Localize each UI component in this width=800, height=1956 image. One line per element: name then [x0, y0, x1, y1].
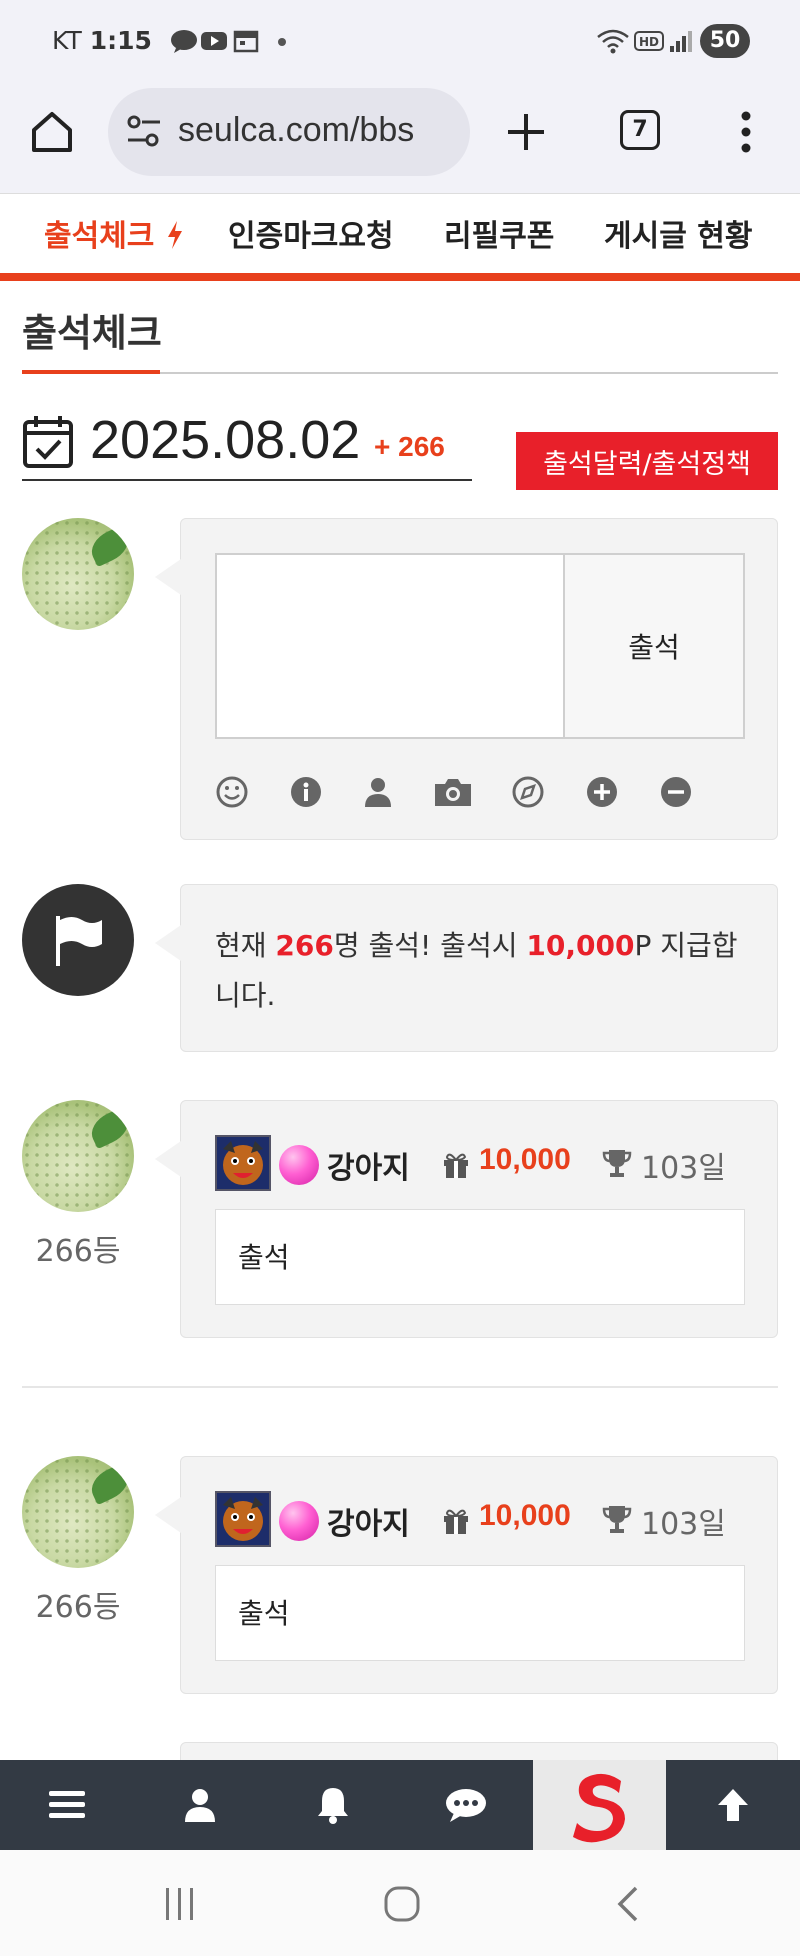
battery-indicator: 50	[700, 24, 750, 58]
user-icon	[184, 1789, 215, 1822]
entry-user-row: 강아지 10,000 103일	[215, 1135, 755, 1191]
notice-mid: 명 출석! 출석시	[333, 929, 527, 962]
link-icon[interactable]	[511, 775, 545, 809]
zoom-out-icon[interactable]	[659, 775, 693, 809]
recent-apps-icon[interactable]	[160, 1884, 200, 1924]
gift-icon	[444, 1509, 468, 1534]
avatar	[22, 1100, 134, 1212]
user-icon[interactable]	[361, 775, 395, 809]
svg-text:HD: HD	[639, 35, 659, 49]
avatar	[22, 1456, 134, 1568]
rank-label: 266등	[35, 1590, 121, 1625]
title-accent-underline	[22, 370, 160, 374]
tab-attendance-label: 출석체크	[44, 219, 155, 254]
new-tab-plus-icon[interactable]	[504, 110, 548, 154]
emoji-icon[interactable]	[215, 775, 249, 809]
url-text[interactable]: seulca.com/bbs	[178, 111, 414, 150]
back-nav-icon[interactable]	[608, 1884, 648, 1924]
menu-button[interactable]	[0, 1760, 133, 1850]
profile-button[interactable]	[133, 1760, 266, 1850]
points-value: 10,000	[479, 1143, 571, 1176]
flag-avatar	[22, 884, 134, 996]
carrier-label: KT	[52, 26, 82, 55]
home-icon[interactable]	[28, 108, 76, 156]
attendance-date: 2025.08.02	[90, 410, 361, 470]
gift-icon	[444, 1153, 468, 1178]
hamburger-icon	[48, 1791, 85, 1818]
browser-toolbar: seulca.com/bbs 7	[0, 82, 800, 194]
comment-textarea[interactable]	[215, 553, 565, 739]
attendance-entry-card: 강아지 10,000 103일 출석	[155, 1456, 778, 1694]
category-tabs: 출석체크 인증마크요청 리필쿠폰 게시글 현황	[0, 195, 800, 281]
wifi-icon	[597, 29, 629, 54]
signal-icon	[670, 31, 692, 52]
bell-icon	[317, 1788, 348, 1824]
site-logo-button[interactable]	[533, 1760, 666, 1850]
address-bar[interactable]: seulca.com/bbs	[108, 88, 470, 176]
rank-label: 266등	[35, 1234, 121, 1269]
attendance-count: + 266	[374, 431, 445, 462]
site-settings-icon[interactable]	[124, 112, 164, 152]
entry-comment: 출석	[215, 1209, 745, 1305]
entry-divider	[22, 1386, 778, 1388]
camera-icon[interactable]	[433, 775, 473, 809]
lightning-icon	[167, 221, 182, 249]
notice-count: 266	[275, 929, 334, 962]
attendance-notice: 현재 266명 출석! 출석시 10,000P 지급합니다.	[215, 921, 755, 1021]
tab-switcher-button[interactable]: 7	[620, 110, 660, 150]
level-gem-icon	[279, 1145, 319, 1185]
hd-voice-icon: HD	[634, 31, 664, 51]
youtube-notification-icon	[201, 32, 227, 50]
calendar-notification-icon	[233, 30, 259, 53]
calendar-check-icon	[23, 416, 73, 468]
status-time: 1:15	[89, 26, 152, 55]
pet-avatar-icon	[215, 1135, 271, 1191]
entry-user-row: 강아지 10,000 103일	[215, 1491, 755, 1547]
attendance-entry-card: 강아지 10,000 103일 출석	[155, 1100, 778, 1338]
attendance-days: 103일	[641, 1151, 726, 1186]
notice-prefix: 현재	[215, 929, 276, 962]
page-title: 출석체크	[22, 311, 162, 355]
attendance-notice-card: 현재 266명 출석! 출석시 10,000P 지급합니다.	[155, 884, 778, 1052]
tab-refill-coupon[interactable]: 리필쿠폰	[444, 211, 554, 255]
status-carrier: KT 1:15	[52, 26, 152, 55]
status-bar: KT 1:15 HD 50	[0, 0, 800, 82]
flag-icon	[56, 916, 102, 966]
points-value: 10,000	[479, 1499, 571, 1532]
attend-submit-button[interactable]: 출석	[563, 553, 745, 739]
trophy-icon	[602, 1150, 632, 1177]
overflow-menu-icon[interactable]	[730, 108, 762, 156]
scroll-top-button[interactable]	[666, 1760, 800, 1850]
level-gem-icon	[279, 1501, 319, 1541]
home-nav-icon[interactable]	[382, 1884, 422, 1924]
tab-post-status[interactable]: 게시글 현황	[604, 211, 752, 255]
date-header: 2025.08.02 + 266	[22, 405, 472, 481]
trophy-icon	[602, 1506, 632, 1533]
tab-certification-request[interactable]: 인증마크요청	[228, 211, 394, 255]
talk-notification-icon	[171, 30, 197, 53]
more-notifications-dot-icon	[278, 38, 286, 46]
attendance-form-card: 출석	[155, 518, 778, 840]
attendance-days: 103일	[641, 1507, 726, 1542]
tab-attendance[interactable]: 출석체크	[44, 211, 185, 255]
zoom-in-icon[interactable]	[585, 775, 619, 809]
info-icon[interactable]	[289, 775, 323, 809]
entry-comment: 출석	[215, 1565, 745, 1661]
notice-points: 10,000	[526, 929, 635, 962]
arrow-up-icon	[718, 1789, 748, 1821]
notification-button[interactable]	[266, 1760, 399, 1850]
site-bottom-bar	[0, 1760, 800, 1850]
chat-bubble-icon	[445, 1789, 486, 1822]
username[interactable]: 강아지	[327, 1143, 410, 1187]
username[interactable]: 강아지	[327, 1499, 410, 1543]
site-logo-s-icon	[572, 1773, 625, 1843]
system-navigation-bar	[0, 1850, 800, 1956]
avatar	[22, 518, 134, 630]
chat-button[interactable]	[399, 1760, 532, 1850]
pet-avatar-icon	[215, 1491, 271, 1547]
attendance-calendar-button[interactable]: 출석달력/출석정책	[516, 432, 778, 490]
